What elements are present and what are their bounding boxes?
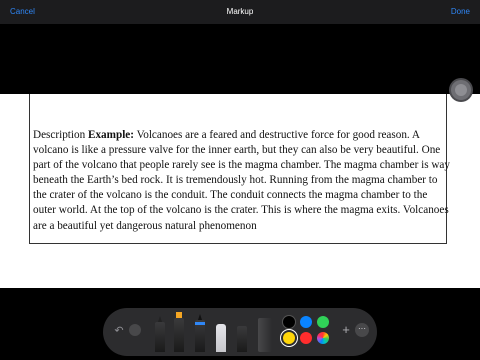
color-red-swatch[interactable]	[300, 332, 312, 344]
lasso-icon[interactable]	[237, 326, 247, 352]
undo-icon[interactable]: ↶	[112, 324, 126, 338]
color-black-swatch[interactable]	[283, 316, 295, 328]
add-icon[interactable]: +	[339, 323, 353, 337]
ruler-icon[interactable]	[258, 318, 272, 352]
pen-icon[interactable]	[155, 316, 165, 352]
eraser-icon[interactable]	[216, 324, 226, 352]
color-picker-wheel-icon[interactable]	[317, 332, 329, 344]
document-bold-word: Example:	[88, 129, 134, 141]
color-blue-swatch[interactable]	[300, 316, 312, 328]
scroll-handle[interactable]	[451, 80, 471, 100]
redo-icon[interactable]	[129, 324, 141, 336]
pen-tip	[158, 316, 162, 322]
document-text: Description Example: Volcanoes are a fea…	[33, 128, 453, 234]
document-prefix: Description	[33, 129, 88, 141]
marker-icon[interactable]	[174, 312, 184, 352]
color-green-swatch[interactable]	[317, 316, 329, 328]
more-options-icon[interactable]: ···	[355, 323, 369, 337]
canvas-margin-top	[0, 24, 480, 94]
color-yellow-swatch-selected[interactable]	[283, 332, 295, 344]
page-title: Markup	[226, 7, 254, 16]
marker-tip	[176, 312, 182, 318]
pencil-color-band	[195, 322, 205, 325]
scroll-handle-knob	[455, 84, 467, 96]
done-button[interactable]: Done	[451, 7, 470, 16]
nav-bar: Cancel Markup Done	[0, 0, 480, 24]
document-body: Volcanoes are a feared and destructive f…	[33, 129, 450, 232]
markup-canvas[interactable]: Description Example: Volcanoes are a fea…	[0, 94, 480, 288]
markup-toolbar: ↶ + ···	[103, 308, 377, 356]
pencil-tip	[198, 314, 202, 320]
pencil-icon[interactable]	[195, 314, 205, 352]
